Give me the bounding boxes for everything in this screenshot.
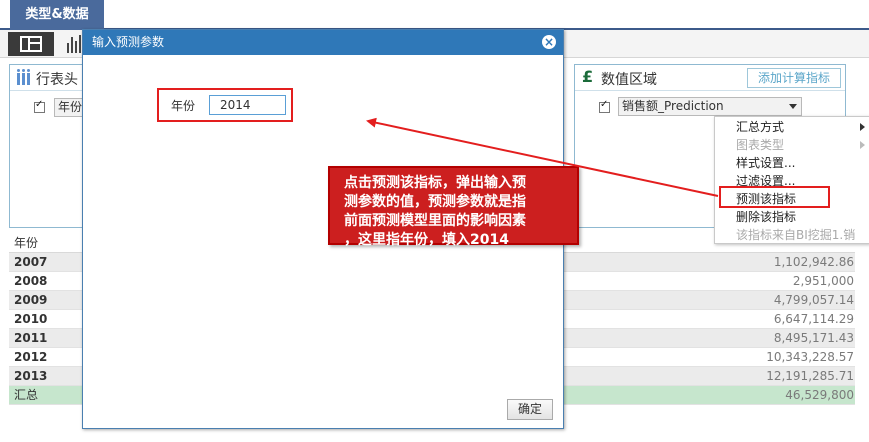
menu-item-style-settings[interactable]: 样式设置... xyxy=(715,154,869,172)
table-icon xyxy=(20,36,42,52)
menu-item-label: 样式设置... xyxy=(736,156,796,170)
annotation-line: 测参数的值，预测参数就是指 xyxy=(344,194,526,210)
menu-item-label: 图表类型 xyxy=(736,138,785,152)
menu-item-metric-source: 该指标来自BI挖掘1.销 xyxy=(715,226,869,244)
submenu-arrow-icon xyxy=(860,141,865,149)
menu-item-label: 该指标来自BI挖掘1.销 xyxy=(736,228,856,242)
annotation-line: ，这里指年份，填入2014 xyxy=(344,232,509,248)
annotation-callout: 点击预测该指标，弹出输入预 测参数的值，预测参数就是指 前面预测模型里面的影响因… xyxy=(328,166,579,248)
submenu-arrow-icon xyxy=(860,123,865,131)
row-field-year[interactable]: 年份 xyxy=(54,98,84,117)
year-cell: 2008 xyxy=(14,274,48,288)
row-field-checkbox[interactable] xyxy=(34,99,45,113)
add-calc-metric-button[interactable]: 添加计算指标 xyxy=(747,68,841,88)
annotation-line: 点击预测该指标，弹出输入预 xyxy=(344,175,526,191)
chart-view-button[interactable] xyxy=(62,32,84,56)
row-header-title: 行表头 xyxy=(36,72,78,88)
year-cell: 2007 xyxy=(14,255,48,269)
ok-button[interactable]: 确定 xyxy=(507,399,553,420)
value-cell: 6,647,114.29 xyxy=(773,312,854,326)
value-cell: 12,191,285.71 xyxy=(766,369,854,383)
value-cell: 8,495,171.43 xyxy=(773,331,854,345)
metric-context-menu: 汇总方式 图表类型 样式设置... 过滤设置... 预测该指标 删除该指标 该指… xyxy=(714,116,869,244)
menu-item-summary-method[interactable]: 汇总方式 xyxy=(715,118,869,136)
year-param-input[interactable] xyxy=(209,95,286,115)
year-cell: 2013 xyxy=(14,369,48,383)
tab-type-data[interactable]: 类型&数据 xyxy=(10,0,104,30)
year-cell: 2011 xyxy=(14,331,48,345)
year-cell: 2010 xyxy=(14,312,48,326)
menu-item-chart-type: 图表类型 xyxy=(715,136,869,154)
param-label-year: 年份 xyxy=(171,99,196,113)
row-header-panel: 行表头 年份 xyxy=(9,64,84,228)
menu-item-label: 删除该指标 xyxy=(736,210,797,224)
row-header-head: 行表头 xyxy=(10,65,82,91)
total-label: 汇总 xyxy=(14,388,39,402)
value-cell: 10,343,228.57 xyxy=(766,350,854,364)
value-field-label: 销售额_Prediction xyxy=(622,99,724,113)
value-field-sales-prediction[interactable]: 销售额_Prediction xyxy=(618,97,802,116)
menu-item-label: 汇总方式 xyxy=(736,120,785,134)
row-header-icon xyxy=(16,69,32,85)
value-area-head: £ 数值区域 添加计算指标 xyxy=(575,65,845,91)
total-value: 46,529,800 xyxy=(785,388,854,402)
pound-icon: £ xyxy=(582,67,594,86)
close-icon[interactable]: × xyxy=(542,35,556,49)
table-view-button[interactable] xyxy=(8,32,54,56)
menu-item-delete-metric[interactable]: 删除该指标 xyxy=(715,208,869,226)
value-field-checkbox[interactable] xyxy=(599,99,610,113)
year-cell: 2009 xyxy=(14,293,48,307)
chevron-down-icon[interactable] xyxy=(789,104,797,109)
dialog-title: 输入预测参数 xyxy=(92,35,165,49)
year-cell: 2012 xyxy=(14,350,48,364)
value-cell: 1,102,942.86 xyxy=(773,255,854,269)
top-tab-strip: 类型&数据 xyxy=(0,0,869,30)
value-cell: 2,951,000 xyxy=(792,274,854,288)
forecast-metric-highlight-box xyxy=(719,186,830,208)
dialog-title-bar: 输入预测参数 × xyxy=(83,30,563,55)
param-highlight-box: 年份 xyxy=(157,88,293,122)
value-cell: 4,799,057.14 xyxy=(773,293,854,307)
value-area-title: 数值区域 xyxy=(601,72,657,88)
annotation-line: 前面预测模型里面的影响因素 xyxy=(344,213,526,229)
